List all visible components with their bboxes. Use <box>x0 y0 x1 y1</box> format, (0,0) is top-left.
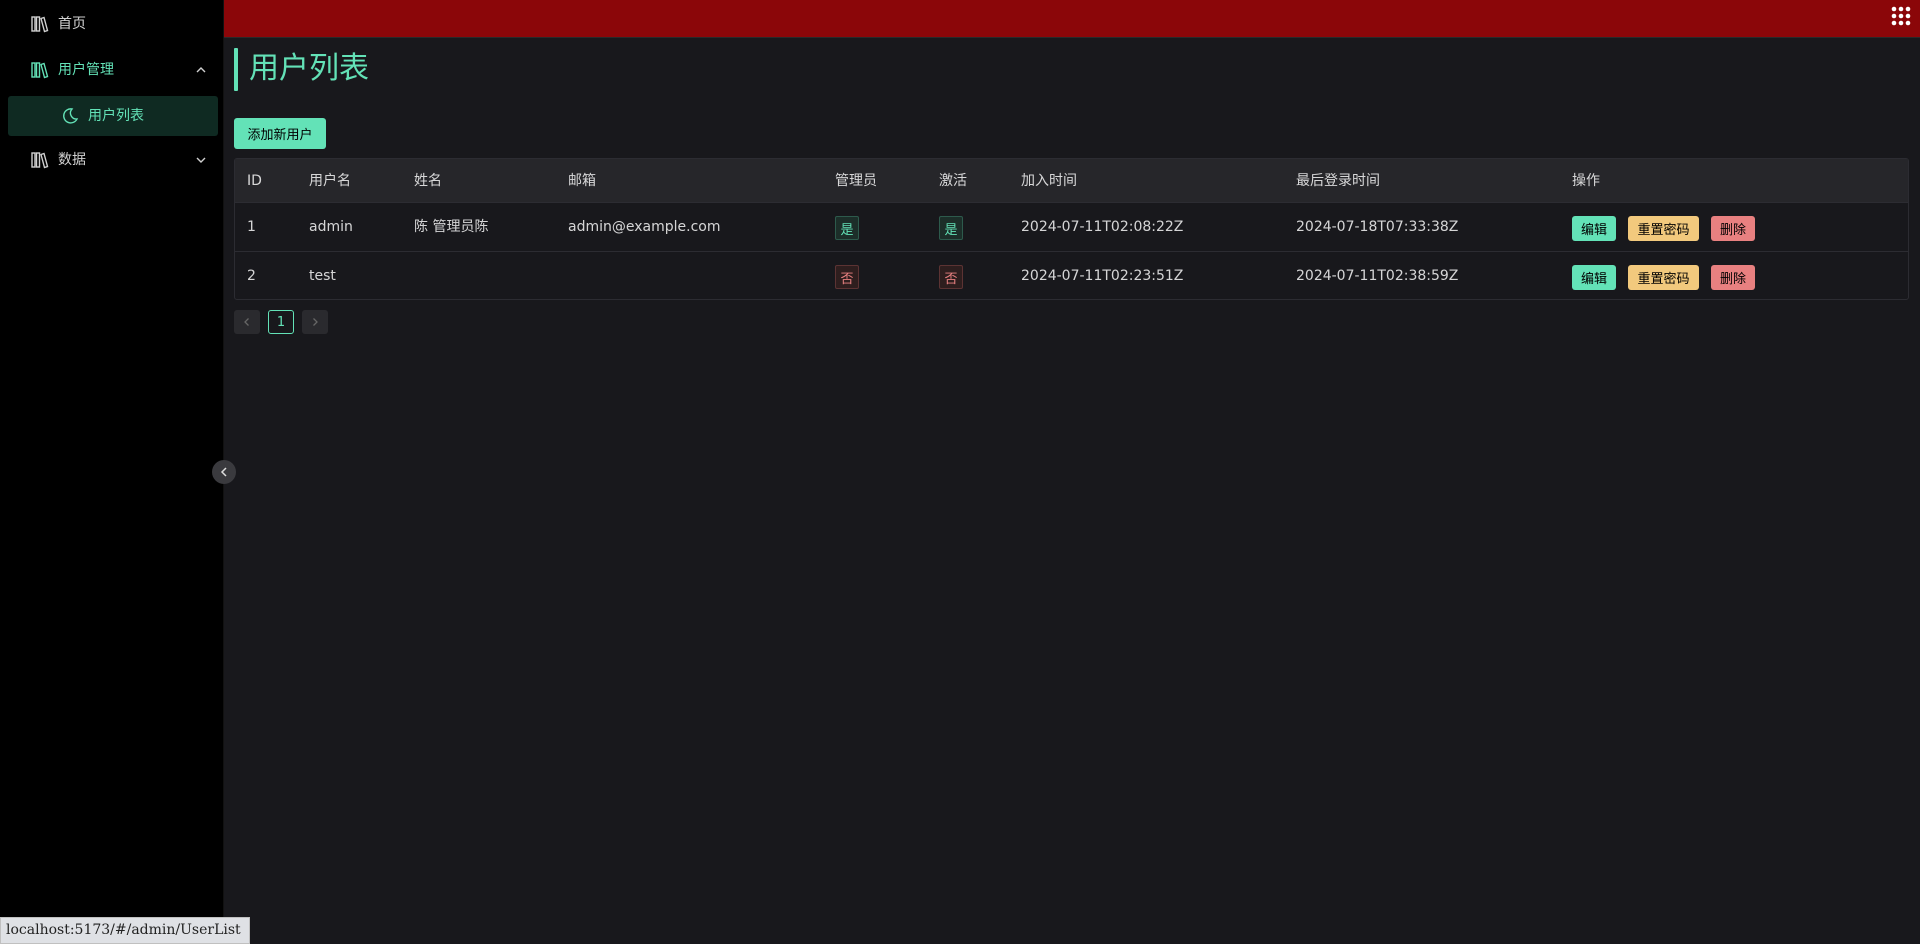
sidebar-item-user-list[interactable]: 用户列表 <box>8 96 218 136</box>
table-row: 1 admin 陈 管理员陈 admin@example.com 是 是 202… <box>235 202 1908 252</box>
grid-apps-icon[interactable] <box>1890 5 1912 27</box>
active-status-badge: 是 <box>939 216 963 240</box>
sidebar-item-home[interactable]: 首页 <box>8 4 218 44</box>
cell-joined: 2024-07-11T02:23:51Z <box>1021 268 1184 284</box>
column-header-username: 用户名 <box>309 173 351 189</box>
column-header-active: 激活 <box>939 173 967 189</box>
prev-page-button[interactable] <box>234 310 260 334</box>
cell-id: 2 <box>247 268 256 284</box>
cell-email: admin@example.com <box>568 219 721 235</box>
column-header-last-login: 最后登录时间 <box>1296 173 1380 189</box>
edit-button[interactable]: 编辑 <box>1572 265 1616 290</box>
cell-last-login: 2024-07-18T07:33:38Z <box>1296 219 1459 235</box>
title-accent-bar <box>234 48 238 91</box>
book-shelf-icon <box>31 152 49 169</box>
book-shelf-icon <box>31 62 49 79</box>
cell-joined: 2024-07-11T02:08:22Z <box>1021 219 1184 235</box>
browser-status-url: localhost:5173/#/admin/UserList <box>0 917 250 944</box>
column-header-name: 姓名 <box>414 173 442 189</box>
top-header <box>224 0 1920 38</box>
reset-password-button[interactable]: 重置密码 <box>1628 216 1699 241</box>
chevron-down-icon <box>196 157 206 163</box>
sidebar-collapse-button[interactable] <box>212 460 236 484</box>
sidebar-item-label: 用户列表 <box>88 108 144 124</box>
page-title: 用户列表 <box>249 51 369 86</box>
reset-password-button[interactable]: 重置密码 <box>1628 265 1699 290</box>
admin-status-badge: 否 <box>835 265 859 289</box>
table-row: 2 test 否 否 2024-07-11T02:23:51Z 2024-07-… <box>235 251 1908 301</box>
cell-username: test <box>309 268 336 284</box>
column-header-id: ID <box>247 173 262 189</box>
active-status-badge: 否 <box>939 265 963 289</box>
chevron-left-icon <box>220 467 227 477</box>
column-header-admin: 管理员 <box>835 173 877 189</box>
moon-icon <box>63 108 79 124</box>
book-shelf-icon <box>31 16 49 33</box>
next-page-button[interactable] <box>302 310 328 334</box>
chevron-up-icon <box>196 67 206 73</box>
cell-last-login: 2024-07-11T02:38:59Z <box>1296 268 1459 284</box>
cell-name: 陈 管理员陈 <box>414 219 489 235</box>
user-table: ID 用户名 姓名 邮箱 管理员 激活 加入时间 最后登录时间 操作 1 adm… <box>234 158 1909 300</box>
edit-button[interactable]: 编辑 <box>1572 216 1616 241</box>
add-user-button[interactable]: 添加新用户 <box>234 118 326 149</box>
chevron-left-icon <box>244 318 249 326</box>
admin-status-badge: 是 <box>835 216 859 240</box>
column-header-email: 邮箱 <box>568 173 596 189</box>
cell-id: 1 <box>247 219 256 235</box>
table-header: ID 用户名 姓名 邮箱 管理员 激活 加入时间 最后登录时间 操作 <box>235 159 1908 202</box>
sidebar: 首页 用户管理 用户列表 数据 <box>0 0 224 944</box>
column-header-joined: 加入时间 <box>1021 173 1077 189</box>
column-header-actions: 操作 <box>1572 173 1600 189</box>
chevron-right-icon <box>313 318 318 326</box>
sidebar-item-label: 数据 <box>58 152 86 168</box>
sidebar-item-user-management[interactable]: 用户管理 <box>8 50 218 90</box>
sidebar-item-label: 用户管理 <box>58 62 114 78</box>
delete-button[interactable]: 删除 <box>1711 265 1755 290</box>
cell-username: admin <box>309 219 353 235</box>
page-number-button[interactable]: 1 <box>268 310 294 334</box>
sidebar-item-label: 首页 <box>58 16 86 32</box>
delete-button[interactable]: 删除 <box>1711 216 1755 241</box>
sidebar-item-data[interactable]: 数据 <box>8 140 218 180</box>
